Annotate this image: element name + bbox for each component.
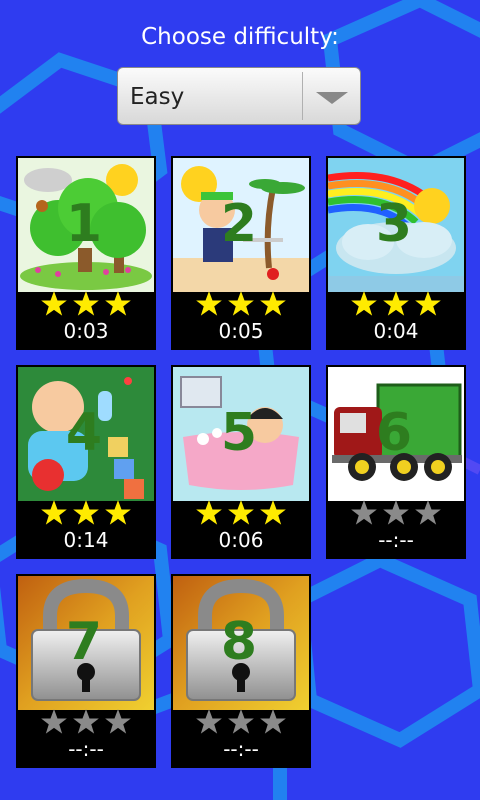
star-icon — [196, 291, 222, 316]
star-icon — [260, 500, 286, 525]
star-icon — [228, 500, 254, 525]
level-number: 3 — [375, 194, 413, 254]
star-rating — [16, 290, 156, 320]
level-tile-4[interactable]: 4 0:14 — [16, 365, 156, 559]
level-number: 2 — [220, 194, 258, 254]
star-empty-icon — [383, 500, 409, 525]
level-number: 6 — [375, 403, 413, 463]
star-icon — [105, 291, 131, 316]
star-empty-icon — [415, 500, 441, 525]
star-icon — [196, 500, 222, 525]
star-rating — [16, 499, 156, 529]
level-number: 7 — [65, 612, 103, 672]
level-tile-2[interactable]: 2 0:05 — [171, 156, 311, 350]
star-rating — [16, 708, 156, 738]
select-divider — [302, 72, 303, 120]
level-best-time: 0:03 — [63, 319, 109, 343]
star-empty-icon — [196, 709, 222, 734]
level-best-time: 0:06 — [218, 528, 264, 552]
star-empty-icon — [105, 709, 131, 734]
star-icon — [73, 291, 99, 316]
star-icon — [41, 291, 67, 316]
level-tile-1[interactable]: 1 0:03 — [16, 156, 156, 350]
level-tile-6[interactable]: 6 --:-- — [326, 365, 466, 559]
level-number: 8 — [220, 612, 258, 672]
level-best-time: --:-- — [223, 737, 259, 761]
difficulty-selected-value: Easy — [130, 84, 185, 110]
star-empty-icon — [73, 709, 99, 734]
level-best-time: 0:05 — [218, 319, 264, 343]
level-best-time: --:-- — [68, 737, 104, 761]
star-empty-icon — [41, 709, 67, 734]
difficulty-select[interactable]: Easy — [117, 67, 361, 125]
level-tile-8[interactable]: 8 --:-- — [171, 574, 311, 768]
page-title: Choose difficulty: — [141, 24, 339, 50]
level-best-time: 0:04 — [373, 319, 419, 343]
level-tile-3[interactable]: 3 0:04 — [326, 156, 466, 350]
star-empty-icon — [351, 500, 377, 525]
star-icon — [105, 500, 131, 525]
level-number: 1 — [65, 194, 103, 254]
star-icon — [228, 291, 254, 316]
level-best-time: --:-- — [378, 528, 414, 552]
star-icon — [415, 291, 441, 316]
star-rating — [171, 290, 311, 320]
level-number: 5 — [220, 403, 258, 463]
level-tile-5[interactable]: 5 0:06 — [171, 365, 311, 559]
star-icon — [383, 291, 409, 316]
star-icon — [351, 291, 377, 316]
star-empty-icon — [260, 709, 286, 734]
level-number: 4 — [65, 403, 103, 463]
chevron-down-icon — [316, 92, 348, 104]
star-rating — [326, 290, 466, 320]
star-rating — [326, 499, 466, 529]
star-icon — [260, 291, 286, 316]
star-rating — [171, 708, 311, 738]
level-tile-7[interactable]: 7 --:-- — [16, 574, 156, 768]
star-icon — [41, 500, 67, 525]
star-rating — [171, 499, 311, 529]
level-best-time: 0:14 — [63, 528, 109, 552]
star-icon — [73, 500, 99, 525]
star-empty-icon — [228, 709, 254, 734]
